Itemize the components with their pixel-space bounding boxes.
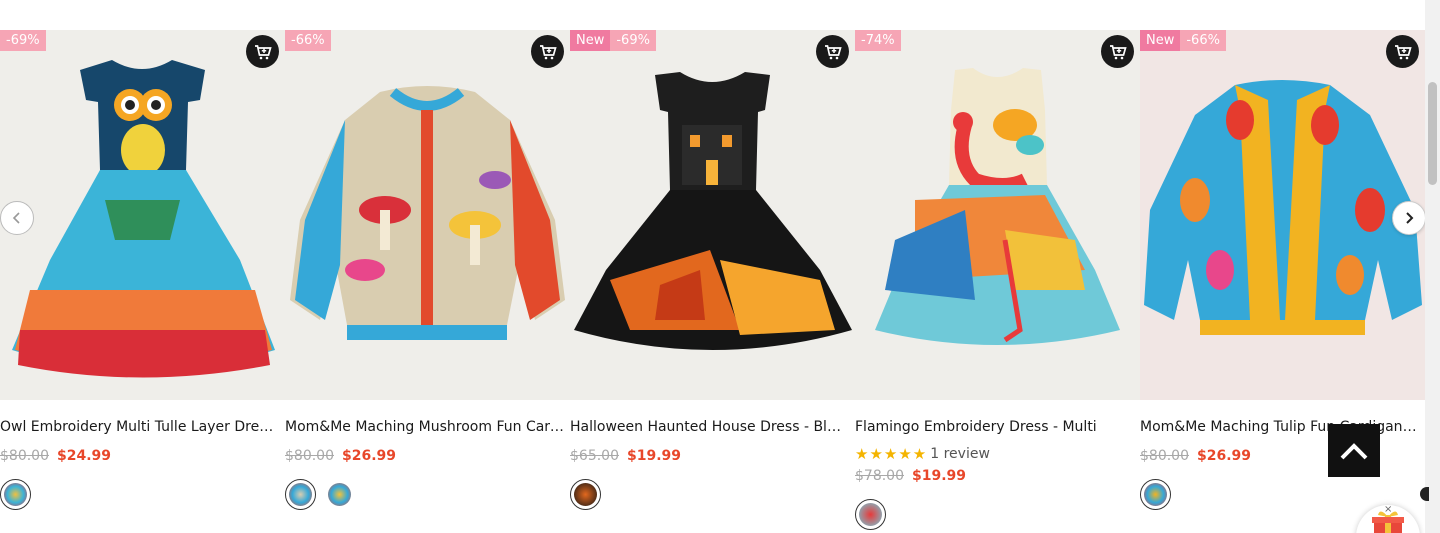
color-swatches (285, 479, 355, 510)
add-to-cart-button[interactable] (1386, 35, 1419, 68)
price-row: $80.00 $26.99 (1140, 448, 1251, 464)
product-image[interactable] (285, 30, 570, 400)
badge-group: -66% (285, 30, 331, 51)
add-to-cart-button[interactable] (816, 35, 849, 68)
sale-price: $19.99 (627, 448, 682, 464)
compare-price: $80.00 (1140, 448, 1189, 464)
product-carousel: -69% Owl Embroidery Multi Tulle Layer Dr… (0, 30, 1425, 533)
cart-plus-icon (254, 44, 272, 59)
new-badge: New (1140, 30, 1181, 51)
add-to-cart-button[interactable] (1101, 35, 1134, 68)
new-badge: New (570, 30, 611, 51)
discount-badge: -69% (610, 30, 656, 51)
compare-price: $80.00 (0, 448, 49, 464)
discount-badge: -66% (285, 30, 331, 51)
scrollbar-thumb[interactable] (1428, 82, 1437, 185)
product-card[interactable]: New -69% Halloween Haunted House Dress -… (570, 30, 855, 533)
sale-price: $26.99 (342, 448, 397, 464)
chevron-up-icon (1340, 442, 1368, 459)
price-row: $78.00 $19.99 (855, 468, 966, 484)
product-image[interactable] (570, 30, 855, 400)
price-row: $65.00 $19.99 (570, 448, 681, 464)
product-image[interactable] (0, 30, 285, 400)
color-swatches (1140, 479, 1171, 510)
back-to-top-button[interactable] (1328, 424, 1380, 477)
color-swatch[interactable] (1140, 479, 1171, 510)
sale-price: $19.99 (912, 468, 967, 484)
add-to-cart-button[interactable] (246, 35, 279, 68)
cart-plus-icon (824, 44, 842, 59)
carousel-prev-button[interactable] (0, 201, 34, 235)
cart-plus-icon (539, 44, 557, 59)
product-card[interactable]: -69% Owl Embroidery Multi Tulle Layer Dr… (0, 30, 285, 533)
star-rating-icon: ★★★★★ (855, 445, 928, 463)
cart-plus-icon (1109, 44, 1127, 59)
price-row: $80.00 $24.99 (0, 448, 111, 464)
badge-group: New -66% (1140, 30, 1226, 51)
side-tab-handle[interactable] (1420, 487, 1429, 501)
color-swatch[interactable] (285, 479, 316, 510)
badge-group: -74% (855, 30, 901, 51)
product-title[interactable]: Mom&Me Maching Mushroom Fun Cardigan - M… (285, 419, 570, 435)
badge-group: New -69% (570, 30, 656, 51)
compare-price: $65.00 (570, 448, 619, 464)
product-title[interactable]: Halloween Haunted House Dress - Black (570, 419, 855, 435)
product-title[interactable]: Flamingo Embroidery Dress - Multi (855, 419, 1140, 435)
sale-price: $24.99 (57, 448, 112, 464)
color-swatch[interactable] (0, 479, 31, 510)
color-swatch[interactable] (855, 499, 886, 530)
color-swatches (855, 499, 886, 530)
carousel-next-button[interactable] (1392, 201, 1426, 235)
color-swatch[interactable] (324, 479, 355, 510)
product-image[interactable] (855, 30, 1140, 400)
color-swatches (0, 479, 31, 510)
product-card[interactable]: -66% Mom&Me Maching Mushroom Fun Cardiga… (285, 30, 570, 533)
review-count: 1 review (930, 446, 990, 462)
close-icon[interactable]: × (1384, 505, 1392, 515)
product-image[interactable] (1140, 30, 1425, 400)
product-title[interactable]: Mom&Me Maching Tulip Fun Cardigan - Mult… (1140, 419, 1425, 435)
sale-price: $26.99 (1197, 448, 1252, 464)
add-to-cart-button[interactable] (531, 35, 564, 68)
chevron-left-icon (12, 212, 20, 224)
price-row: $80.00 $26.99 (285, 448, 396, 464)
compare-price: $78.00 (855, 468, 904, 484)
product-rating[interactable]: ★★★★★ 1 review (855, 445, 990, 463)
discount-badge: -66% (1180, 30, 1226, 51)
discount-badge: -74% (855, 30, 901, 51)
product-card[interactable]: -74% Flamingo Embroidery Dress - Multi ★… (855, 30, 1140, 533)
cart-plus-icon (1394, 44, 1412, 59)
product-card[interactable]: New -66% Mom&Me Maching Tulip Fun Cardig… (1140, 30, 1425, 533)
color-swatches (570, 479, 601, 510)
compare-price: $80.00 (285, 448, 334, 464)
page-scrollbar[interactable] (1425, 0, 1440, 533)
chevron-right-icon (1406, 212, 1414, 224)
product-title[interactable]: Owl Embroidery Multi Tulle Layer Dress -… (0, 419, 285, 435)
color-swatch[interactable] (570, 479, 601, 510)
discount-badge: -69% (0, 30, 46, 51)
badge-group: -69% (0, 30, 46, 51)
